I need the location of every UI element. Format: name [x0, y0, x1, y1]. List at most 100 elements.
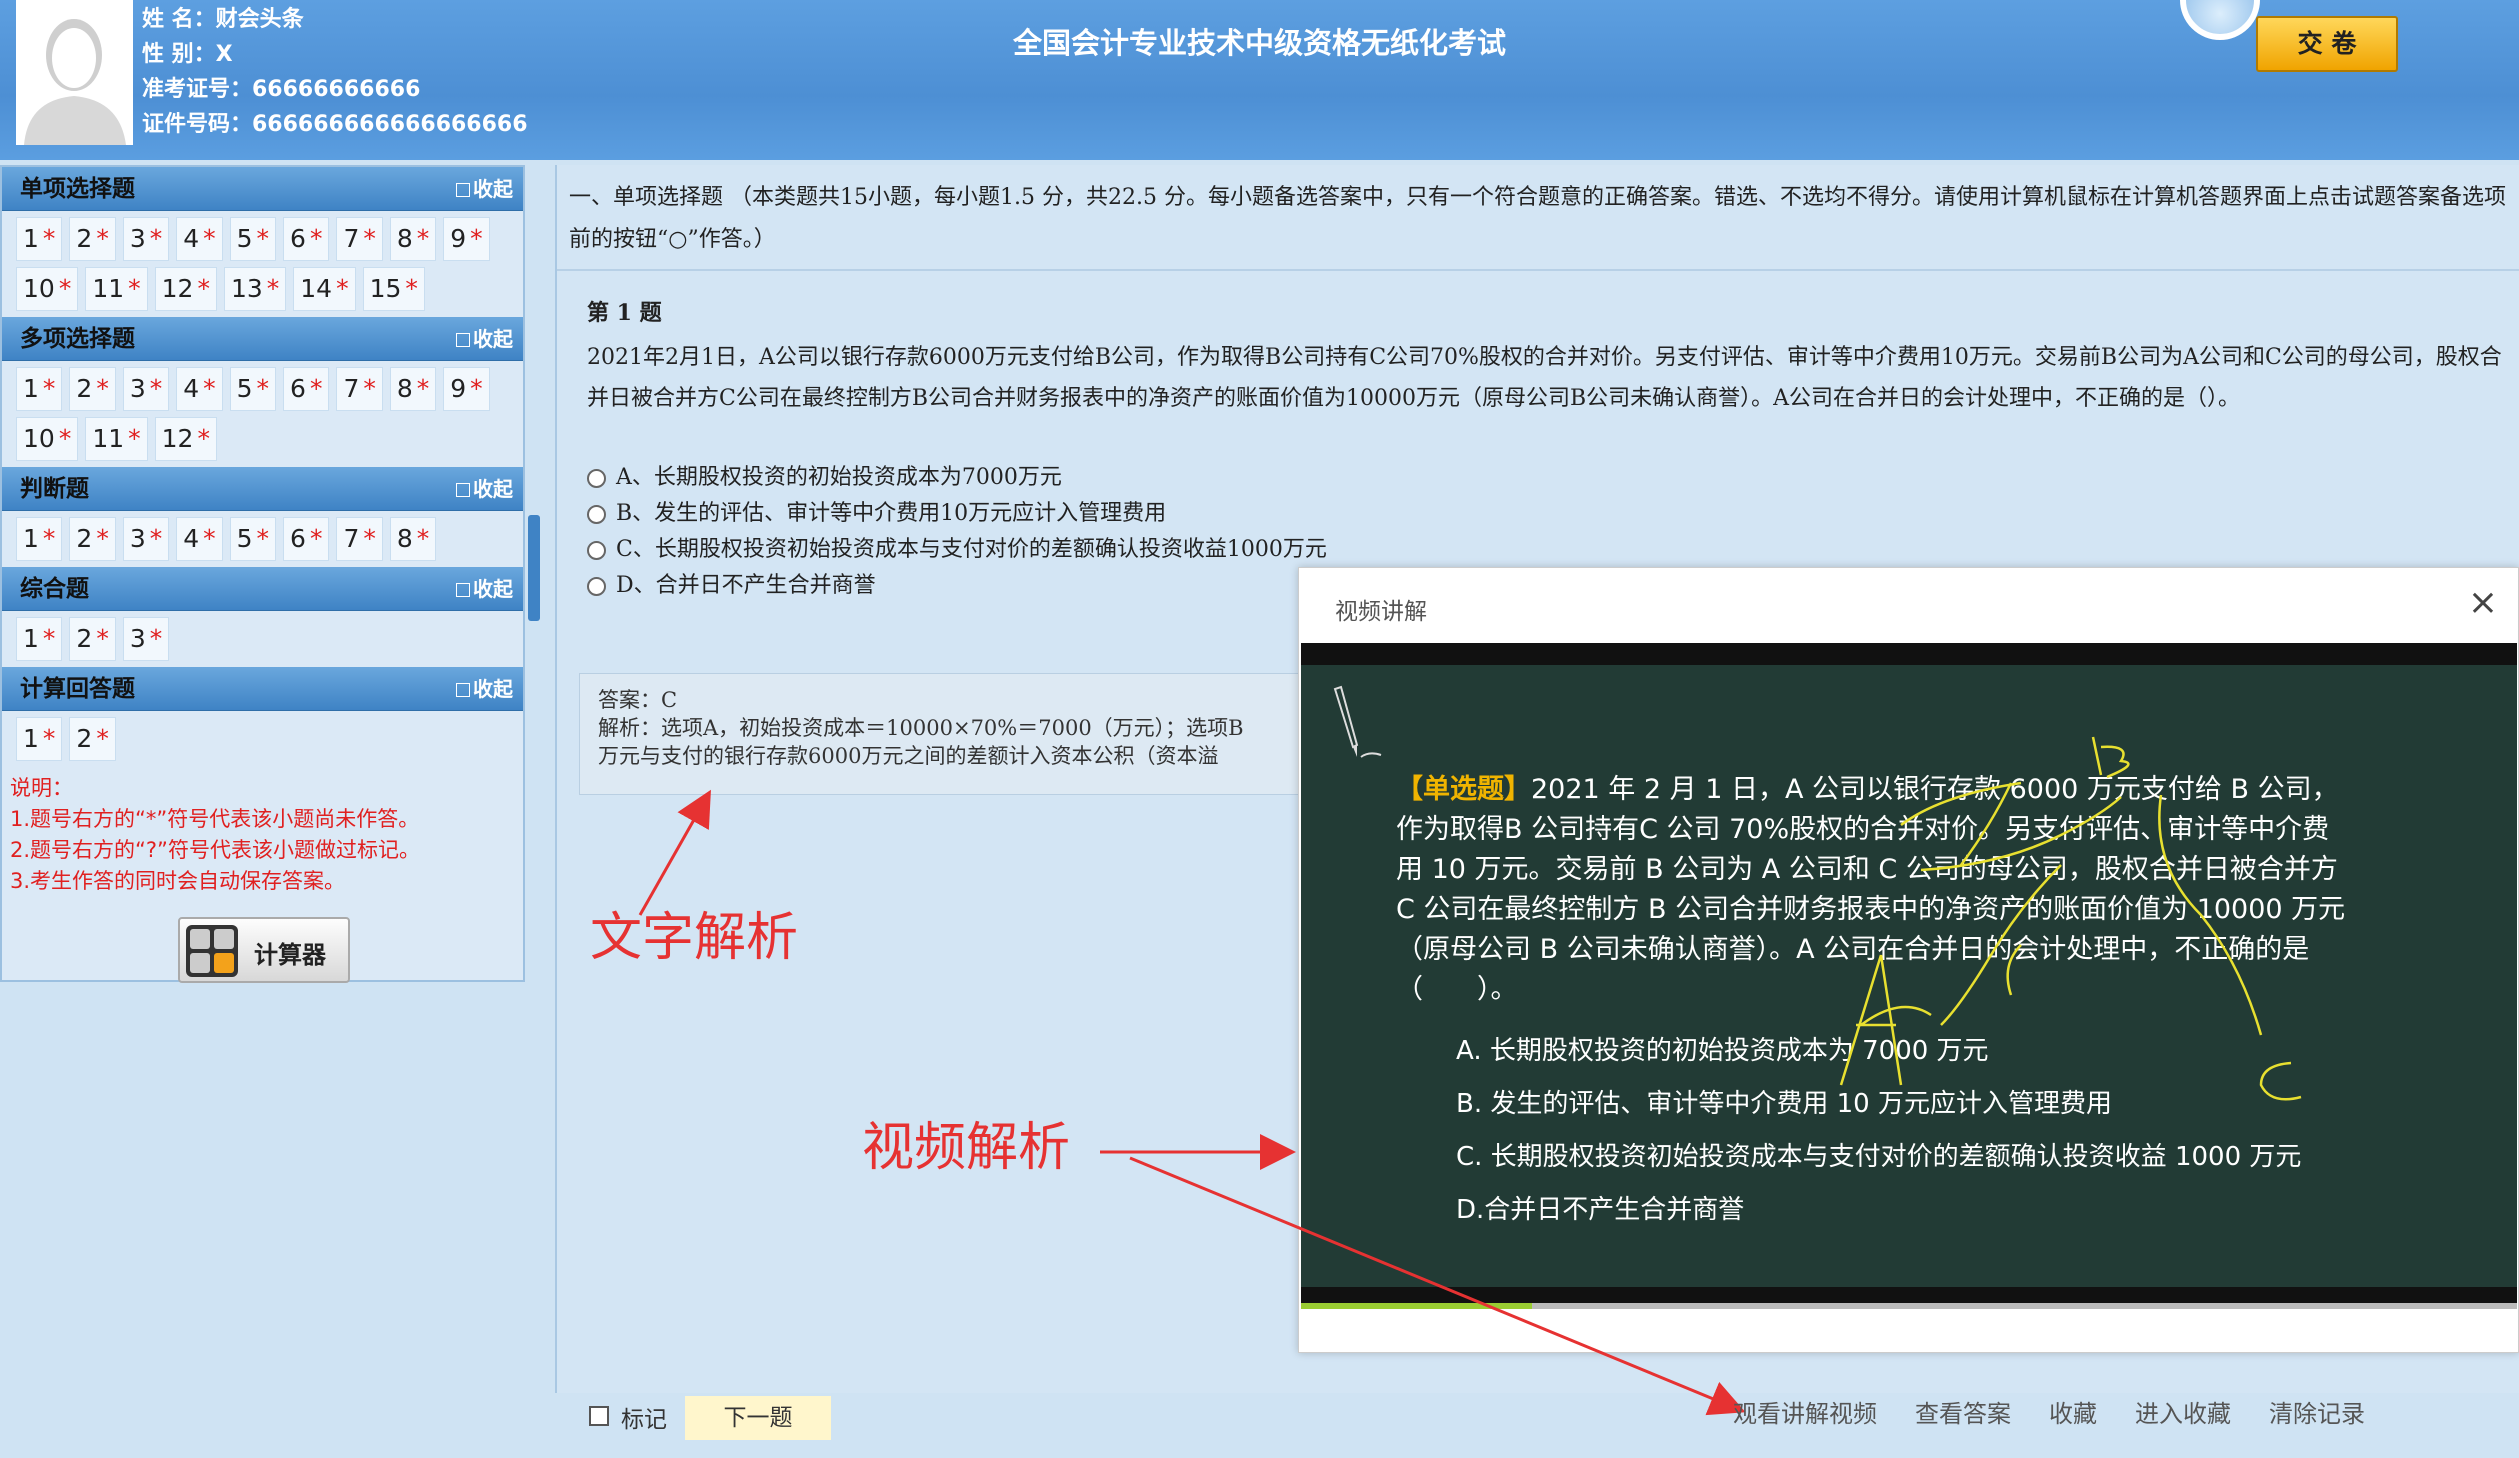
question-nav-item[interactable]: 4 * — [176, 517, 223, 561]
question-nav-item[interactable]: 7 * — [336, 217, 383, 261]
question-nav-item[interactable]: 12 * — [154, 417, 217, 461]
unanswered-marker: * — [96, 224, 109, 253]
submit-exam-button[interactable]: 交 卷 — [2256, 16, 2398, 72]
question-nav-item[interactable]: 3 * — [122, 617, 170, 661]
question-nav-item[interactable]: 7 * — [336, 367, 383, 411]
collapse-button[interactable]: 收起 — [456, 667, 513, 711]
question-nav-item[interactable]: 10 * — [16, 417, 79, 461]
unanswered-marker: * — [96, 524, 109, 553]
question-nav-item[interactable]: 2 * — [69, 717, 116, 761]
question-nav-item[interactable]: 6 * — [283, 517, 330, 561]
question-nav-item[interactable]: 6 * — [283, 367, 330, 411]
sidebar-toggle-handle[interactable] — [528, 515, 540, 621]
question-nav-item[interactable]: 3 * — [122, 517, 170, 561]
question-nav-item[interactable]: 1 * — [16, 367, 63, 411]
section-title: 计算回答题 — [20, 676, 135, 702]
question-nav-item[interactable]: 15 * — [362, 267, 425, 311]
question-nav-item[interactable]: 2 * — [69, 217, 116, 261]
video-player[interactable]: 【单选题】2021 年 2 月 1 日，A 公司以银行存款 6000 万元支付给… — [1301, 643, 2517, 1303]
unanswered-marker: * — [266, 274, 280, 303]
section-header-1: 多项选择题 收起 — [2, 317, 523, 361]
action-link-0[interactable]: 观看讲解视频 — [1733, 1394, 1877, 1429]
option-b[interactable]: B、发生的评估、审计等中介费用10万元应计入管理费用 — [587, 496, 1327, 532]
next-question-button[interactable]: 下一题 — [685, 1396, 831, 1440]
question-grid: 1 * 2 * 3 * 4 * 5 * 6 * 7 * 8 * 9 * 10 * 11 * 12 * 13 * 14 * 15 * — [2, 211, 523, 317]
question-nav-item[interactable]: 11 * — [85, 267, 148, 311]
bottom-toolbar: 标记 下一题 观看讲解视频 查看答案 收藏 进入收藏 清除记录 — [555, 1388, 2519, 1458]
instructions-notes: 说明： 1.题号右方的“*”符号代表该小题尚未作答。 2.题号右方的“?”符号代表该… — [2, 767, 523, 897]
question-nav-item[interactable]: 2 * — [69, 617, 116, 661]
calculator-label: 计算器 — [254, 941, 326, 969]
question-text: 2021年2月1日，A公司以银行存款6000万元支付给B公司，作为取得B公司持有… — [587, 345, 2502, 411]
question-nav-item[interactable]: 4 * — [176, 217, 223, 261]
note-line: 3.考生作答的同时会自动保存答案。 — [10, 869, 346, 893]
option-label: D、合并日不产生合并商誉 — [616, 573, 876, 598]
question-nav-item[interactable]: 2 * — [69, 517, 116, 561]
unanswered-marker: * — [149, 224, 163, 253]
action-link-2[interactable]: 收藏 — [2049, 1394, 2097, 1429]
option-radio[interactable] — [587, 504, 606, 524]
question-nav-item[interactable]: 1 * — [16, 217, 63, 261]
section-title: 综合题 — [20, 576, 89, 602]
unanswered-marker: * — [309, 524, 323, 553]
question-nav-item[interactable]: 3 * — [122, 367, 170, 411]
close-icon[interactable]: × — [2468, 582, 2498, 623]
question-nav-item[interactable]: 14 * — [293, 267, 356, 311]
unanswered-marker: * — [42, 724, 56, 753]
collapse-icon — [456, 583, 470, 597]
collapse-button[interactable]: 收起 — [456, 467, 513, 511]
question-nav-item[interactable]: 1 * — [16, 717, 63, 761]
collapse-button[interactable]: 收起 — [456, 167, 513, 211]
question-nav-item[interactable]: 8 * — [389, 367, 437, 411]
collapse-button[interactable]: 收起 — [456, 317, 513, 361]
collapse-icon — [456, 483, 470, 497]
action-link-1[interactable]: 查看答案 — [1915, 1394, 2011, 1429]
action-link-3[interactable]: 进入收藏 — [2135, 1394, 2231, 1429]
calculator-button[interactable]: 计算器 — [178, 917, 350, 983]
question-nav-item[interactable]: 9 * — [443, 367, 490, 411]
question-nav-item[interactable]: 1 * — [16, 617, 63, 661]
question-nav-item[interactable]: 9 * — [443, 217, 490, 261]
question-nav-item[interactable]: 8 * — [389, 217, 437, 261]
question-nav-item[interactable]: 5 * — [229, 367, 277, 411]
divider — [557, 269, 2519, 271]
question-grid: 1 * 2 * 3 * — [2, 611, 523, 667]
option-c[interactable]: C、长期股权投资初始投资成本与支付对价的差额确认投资收益1000万元 — [587, 532, 1327, 568]
exam-title: 全国会计专业技术中级资格无纸化考试 — [1012, 26, 1506, 60]
mark-checkbox[interactable] — [589, 1406, 609, 1426]
exam-header: 姓 名：财会头条 性 别：X 准考证号：66666666666 证件号码：666… — [0, 0, 2519, 160]
unanswered-marker: * — [309, 224, 323, 253]
unanswered-marker: * — [256, 374, 270, 403]
section-title: 单项选择题 — [20, 176, 135, 202]
section-header-0: 单项选择题 收起 — [2, 167, 523, 211]
question-nav-item[interactable]: 12 * — [154, 267, 217, 311]
question-nav-item[interactable]: 1 * — [16, 517, 63, 561]
unanswered-marker: * — [256, 224, 270, 253]
option-radio[interactable] — [587, 468, 606, 488]
video-progress-bar[interactable] — [1301, 1303, 2517, 1309]
note-line: 2.题号右方的“?”符号代表该小题做过标记。 — [10, 838, 420, 862]
question-nav-item[interactable]: 10 * — [16, 267, 79, 311]
question-nav-item[interactable]: 8 * — [389, 517, 437, 561]
collapse-button[interactable]: 收起 — [456, 567, 513, 611]
candidate-ticket: 准考证号：66666666666 — [142, 77, 421, 102]
question-nav-item[interactable]: 5 * — [229, 217, 277, 261]
question-number: 第 1 题 — [587, 300, 662, 326]
option-a[interactable]: A、长期股权投资的初始投资成本为7000万元 — [587, 460, 1327, 496]
option-radio[interactable] — [587, 576, 606, 596]
question-nav-item[interactable]: 4 * — [176, 367, 223, 411]
question-nav-item[interactable]: 2 * — [69, 367, 116, 411]
option-d[interactable]: D、合并日不产生合并商誉 — [587, 568, 1327, 604]
unanswered-marker: * — [416, 224, 430, 253]
question-nav-item[interactable]: 6 * — [283, 217, 330, 261]
section-header-2: 判断题 收起 — [2, 467, 523, 511]
question-nav-item[interactable]: 13 * — [223, 267, 287, 311]
section-header-3: 综合题 收起 — [2, 567, 523, 611]
question-nav-item[interactable]: 3 * — [122, 217, 170, 261]
question-nav-item[interactable]: 7 * — [336, 517, 383, 561]
question-nav-item[interactable]: 11 * — [85, 417, 148, 461]
option-radio[interactable] — [587, 540, 606, 560]
collapse-icon — [456, 333, 470, 347]
question-nav-item[interactable]: 5 * — [229, 517, 277, 561]
action-link-4[interactable]: 清除记录 — [2269, 1394, 2365, 1429]
